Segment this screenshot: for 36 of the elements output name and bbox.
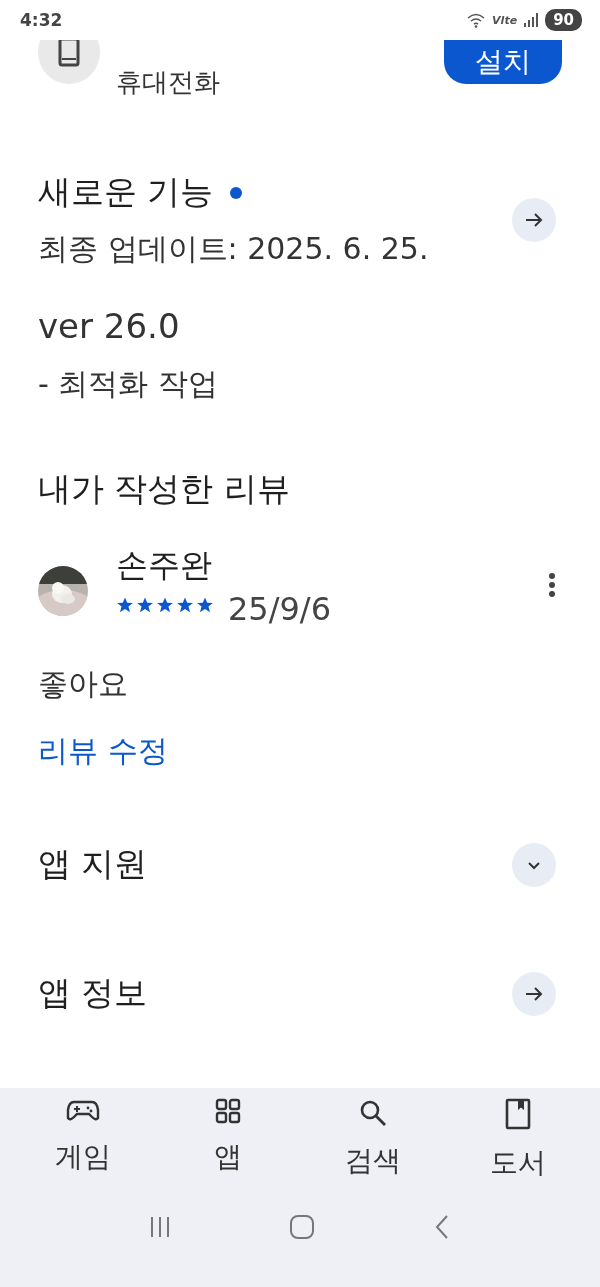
recent-apps-icon[interactable] <box>149 1215 171 1239</box>
network-label: Vlte <box>492 13 518 27</box>
star-icon <box>156 596 174 614</box>
version-text: ver 26.0 <box>38 306 181 346</box>
arrow-button[interactable] <box>512 198 556 242</box>
app-subtitle: 휴대전화 <box>116 66 220 99</box>
star-icon <box>196 596 214 614</box>
apps-grid-icon <box>214 1098 241 1124</box>
release-notes: - 최적화 작업 <box>38 365 219 403</box>
edit-review-link[interactable]: 리뷰 수정 <box>38 731 168 772</box>
home-icon[interactable] <box>289 1214 315 1240</box>
last-updated: 최종 업데이트: 2025. 6. 25. <box>38 230 429 268</box>
wifi-icon <box>466 12 487 28</box>
book-icon <box>504 1098 531 1130</box>
status-time: 4:32 <box>20 10 63 30</box>
nav-tab[interactable]: 도서 <box>462 1088 573 1191</box>
section-title: 새로운 기능 <box>38 171 214 213</box>
more-vert-icon <box>548 571 556 598</box>
section-title: 앱 지원 <box>38 843 148 885</box>
star-icon <box>136 596 154 614</box>
section-title: 내가 작성한 리뷰 <box>38 468 291 510</box>
nav-tab[interactable]: 앱 <box>172 1088 283 1191</box>
install-button[interactable]: 설치 <box>444 40 562 84</box>
section-title: 앱 정보 <box>38 972 148 1014</box>
arrow-button[interactable] <box>512 971 556 1016</box>
nav-tab[interactable]: 게임 <box>27 1088 138 1191</box>
back-icon[interactable] <box>433 1214 451 1240</box>
review-text: 좋아요 <box>38 665 129 703</box>
review-date: 25/9/6 <box>228 590 331 628</box>
signal-icon <box>523 12 540 28</box>
reviewer-name: 손주완 <box>116 545 213 586</box>
battery-indicator: 90 <box>545 9 582 31</box>
new-dot-icon <box>229 186 242 199</box>
nav-tab[interactable]: 검색 <box>317 1088 428 1191</box>
star-icon <box>176 596 194 614</box>
star-icon <box>116 596 134 614</box>
